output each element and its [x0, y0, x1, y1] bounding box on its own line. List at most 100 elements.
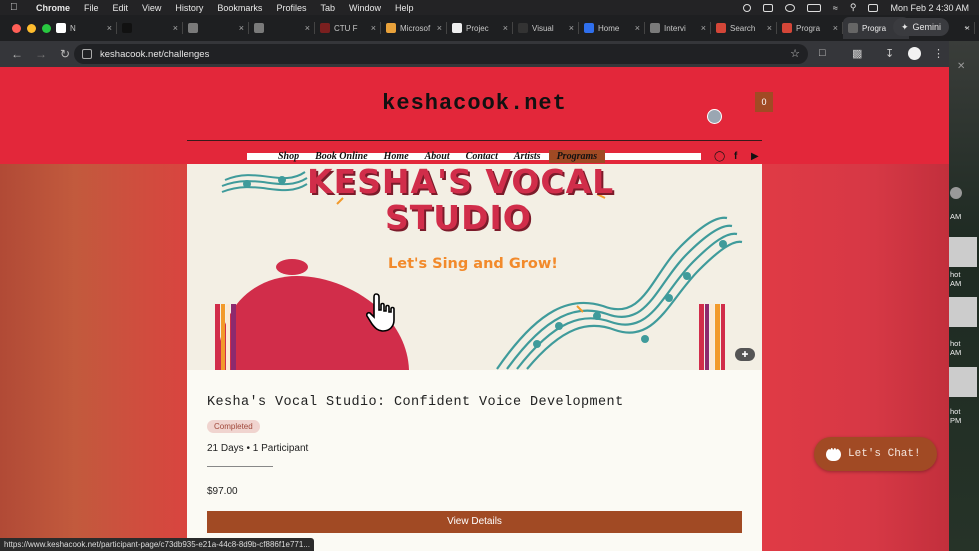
profile-avatar[interactable]: [908, 47, 921, 60]
browser-tab[interactable]: ×: [117, 17, 183, 39]
tab-close-icon[interactable]: ×: [833, 23, 838, 33]
tab-favicon-icon: [518, 23, 528, 33]
control-center-icon[interactable]: [868, 3, 879, 12]
minimize-window-button[interactable]: [27, 23, 36, 33]
music-note: [243, 180, 251, 188]
menu-help[interactable]: Help: [395, 3, 414, 13]
forward-icon[interactable]: →: [34, 47, 48, 61]
browser-tab[interactable]: Projec ×: [447, 17, 513, 39]
menu-bookmarks[interactable]: Bookmarks: [217, 3, 262, 13]
magic-wand-icon[interactable]: ✚: [735, 348, 755, 361]
tab-separator: [974, 22, 975, 34]
play-icon[interactable]: [784, 3, 795, 12]
more-menu-icon[interactable]: ⋮: [933, 47, 944, 60]
program-price: $97.00: [207, 486, 238, 497]
program-banner[interactable]: KESHA'S VOCAL STUDIO Let's Sing and Grow…: [187, 164, 762, 370]
tab-close-icon[interactable]: ×: [503, 23, 508, 33]
menu-window[interactable]: Window: [349, 3, 381, 13]
download-icon[interactable]: ↧: [885, 47, 894, 60]
sparkle-icon: ✦: [900, 21, 909, 32]
apple-menu-icon[interactable]: : [10, 2, 24, 13]
tab-close-icon[interactable]: ×: [305, 23, 310, 33]
menu-edit[interactable]: Edit: [113, 3, 129, 13]
sliver-avatar-icon: [950, 187, 962, 199]
site-title[interactable]: keshacook.net: [0, 91, 949, 116]
cart-button[interactable]: 0: [755, 92, 773, 112]
music-note: [278, 176, 286, 184]
youtube-icon[interactable]: ▶: [751, 151, 759, 162]
search-icon[interactable]: ⚲: [850, 2, 857, 13]
tab-close-icon[interactable]: ×: [107, 23, 112, 33]
tab-close-icon[interactable]: ×: [701, 23, 706, 33]
tab-label: CTU F: [334, 23, 358, 33]
tab-label: Microsof: [400, 23, 431, 33]
browser-tab[interactable]: Home ×: [579, 17, 645, 39]
window-controls: [12, 23, 51, 33]
close-icon[interactable]: ✕: [957, 61, 965, 72]
view-details-button[interactable]: View Details: [207, 511, 742, 533]
browser-tab[interactable]: Progra ×: [777, 17, 843, 39]
stripes-right: [699, 304, 725, 370]
sliver-thumbnail: [949, 237, 977, 267]
tab-close-icon[interactable]: ×: [173, 23, 178, 33]
address-url[interactable]: keshacook.net/challenges: [100, 49, 209, 60]
bookmark-star-icon[interactable]: ☆: [790, 47, 800, 60]
facebook-icon[interactable]: f: [734, 151, 737, 162]
tab-favicon-icon: [716, 23, 726, 33]
address-bar[interactable]: keshacook.net/challenges ☆: [74, 44, 808, 64]
tab-close-icon[interactable]: ×: [767, 23, 772, 33]
chat-button[interactable]: Let's Chat!: [814, 437, 937, 471]
browser-tab[interactable]: Microsof ×: [381, 17, 447, 39]
back-icon[interactable]: ←: [10, 47, 24, 61]
nav-artists[interactable]: Artists: [506, 150, 549, 163]
browser-tab[interactable]: Intervi ×: [645, 17, 711, 39]
stripes-left: [215, 304, 241, 370]
menu-profiles[interactable]: Profiles: [276, 3, 306, 13]
record-icon[interactable]: [742, 3, 751, 12]
menu-tab[interactable]: Tab: [320, 3, 335, 13]
media-icon[interactable]: ▩: [852, 47, 862, 60]
extensions-icon[interactable]: □: [819, 47, 826, 59]
browser-tab[interactable]: ×: [183, 17, 249, 39]
nav-contact[interactable]: Contact: [458, 150, 506, 163]
nav-programs[interactable]: Programs: [548, 150, 606, 163]
nav-home[interactable]: Home: [376, 150, 417, 163]
browser-tab[interactable]: Visual ×: [513, 17, 579, 39]
browser-tab[interactable]: CTU F ×: [315, 17, 381, 39]
menu-file[interactable]: File: [84, 3, 99, 13]
gemini-label: Gemini: [912, 22, 941, 32]
browser-tab[interactable]: N ×: [51, 17, 117, 39]
tab-favicon-icon: [254, 23, 264, 33]
nav-shop[interactable]: Shop: [270, 150, 307, 163]
gemini-button[interactable]: ✦ Gemini: [892, 18, 949, 36]
battery-icon[interactable]: [806, 3, 821, 12]
tab-close-icon[interactable]: ×: [437, 23, 442, 33]
site-info-icon[interactable]: [82, 49, 92, 59]
tab-search-icon[interactable]: ⌄: [963, 21, 971, 32]
login-avatar[interactable]: [707, 109, 722, 124]
reload-icon[interactable]: ↻: [58, 47, 72, 61]
close-window-button[interactable]: [12, 23, 21, 33]
zoom-window-button[interactable]: [42, 23, 51, 33]
nav-about[interactable]: About: [417, 150, 458, 163]
nav-book-online[interactable]: Book Online: [307, 150, 376, 163]
browser-tab[interactable]: Search ×: [711, 17, 777, 39]
clock[interactable]: Mon Feb 2 4:30 AM: [890, 3, 969, 13]
keyboard-icon[interactable]: [762, 3, 773, 12]
instagram-icon[interactable]: ◯: [714, 151, 725, 162]
program-meta: 21 Days • 1 Participant: [207, 443, 309, 454]
browser-tab[interactable]: ×: [249, 17, 315, 39]
program-title[interactable]: Kesha's Vocal Studio: Confident Voice De…: [207, 395, 624, 410]
banner-title-line1: KESHA'S VOCAL: [307, 164, 615, 201]
price-divider: [207, 466, 273, 467]
tab-favicon-icon: [188, 23, 198, 33]
wifi-icon[interactable]: ≈: [833, 3, 838, 13]
app-menu[interactable]: Chrome: [36, 3, 70, 13]
tab-close-icon[interactable]: ×: [239, 23, 244, 33]
tab-close-icon[interactable]: ×: [569, 23, 574, 33]
tab-close-icon[interactable]: ×: [371, 23, 376, 33]
tab-close-icon[interactable]: ×: [635, 23, 640, 33]
menu-view[interactable]: View: [142, 3, 161, 13]
tab-favicon-icon: [782, 23, 792, 33]
menu-history[interactable]: History: [175, 3, 203, 13]
